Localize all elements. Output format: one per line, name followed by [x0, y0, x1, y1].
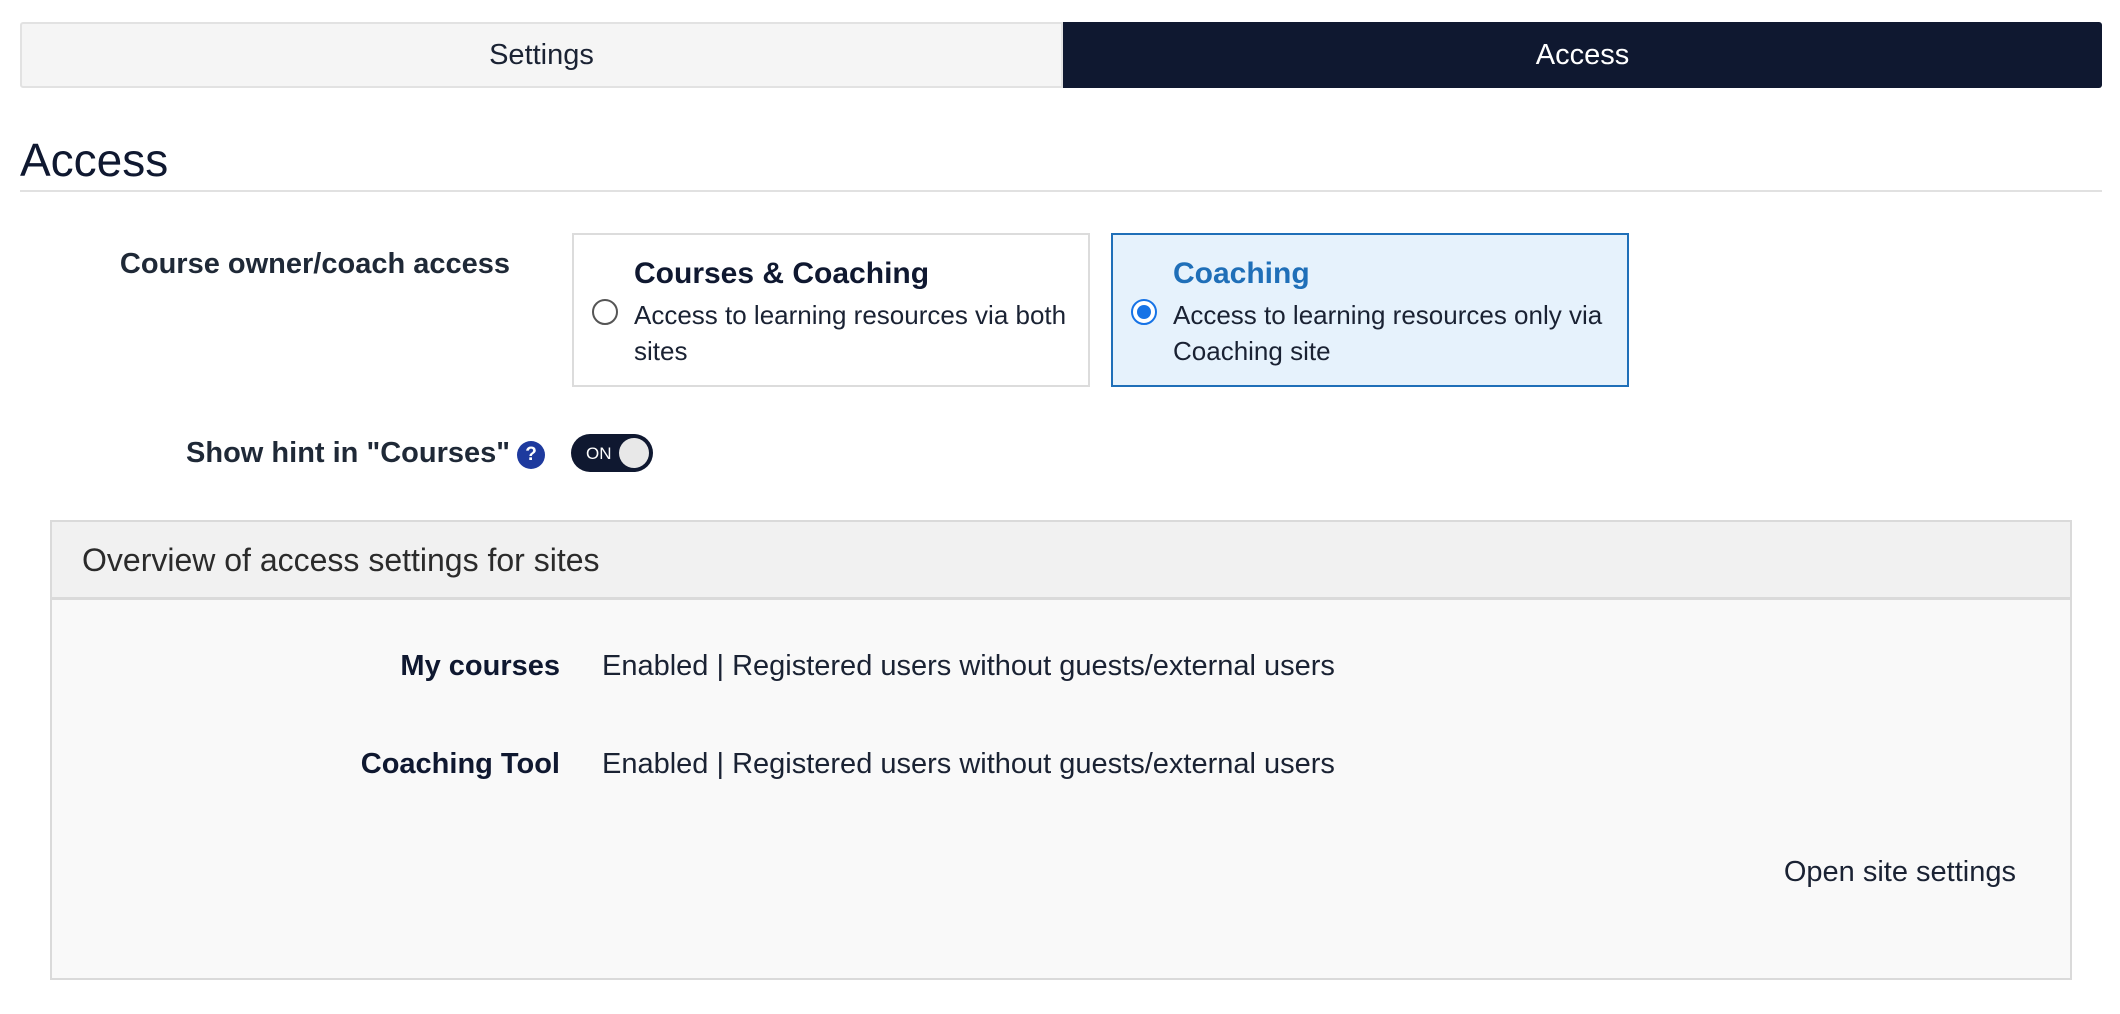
option-title: Coaching — [1173, 257, 1310, 290]
overview-panel: Overview of access settings for sites My… — [50, 520, 2072, 980]
toggle-knob — [619, 438, 649, 468]
site-label-my-courses: My courses — [400, 650, 560, 682]
option-description: Access to learning resources only via Co… — [1173, 300, 1603, 366]
site-value-my-courses: Enabled | Registered users without guest… — [602, 650, 1335, 682]
help-icon[interactable]: ? — [517, 441, 545, 469]
tab-access[interactable]: Access — [1063, 22, 2102, 88]
option-courses-and-coaching[interactable]: Courses & Coaching Access to learning re… — [572, 233, 1090, 387]
overview-title: Overview of access settings for sites — [82, 542, 600, 578]
site-value-coaching-tool: Enabled | Registered users without guest… — [602, 748, 1335, 780]
site-label-coaching-tool: Coaching Tool — [360, 748, 560, 780]
title-divider — [20, 190, 2102, 192]
page-title: Access — [20, 134, 169, 186]
owner-access-label: Course owner/coach access — [119, 248, 510, 280]
tab-bar: Settings Access — [20, 22, 2102, 88]
option-coaching[interactable]: Coaching Access to learning resources on… — [1111, 233, 1629, 387]
show-hint-toggle[interactable]: ON — [571, 434, 653, 472]
option-description: Access to learning resources via both si… — [634, 300, 1067, 366]
overview-panel-header: Overview of access settings for sites — [52, 522, 2070, 600]
show-hint-label: Show hint in "Courses" — [186, 437, 510, 469]
radio-coaching[interactable] — [1131, 299, 1157, 325]
option-title: Courses & Coaching — [634, 257, 930, 290]
open-site-settings-link[interactable]: Open site settings — [1784, 856, 2016, 889]
radio-courses-and-coaching[interactable] — [592, 299, 618, 325]
tab-settings[interactable]: Settings — [20, 22, 1063, 88]
toggle-state-label: ON — [586, 444, 612, 463]
